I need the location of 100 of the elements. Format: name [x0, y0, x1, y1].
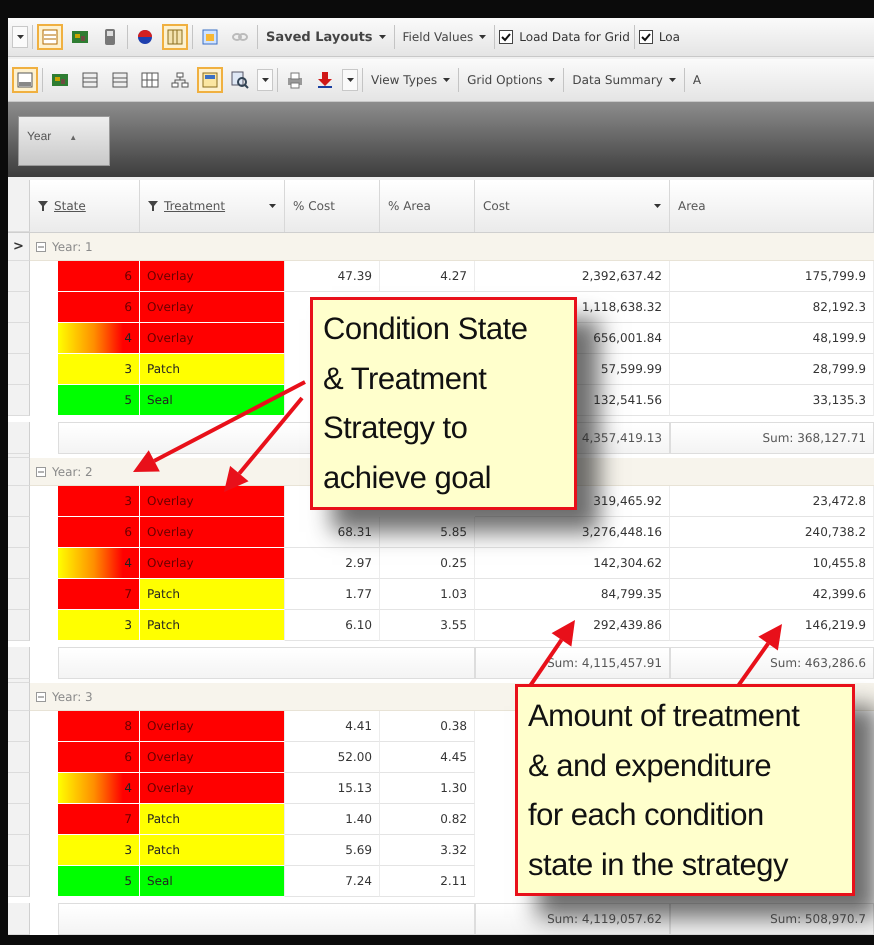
- table-cell: 4.41: [285, 711, 380, 742]
- treatment-cell: Patch: [140, 804, 285, 835]
- column-header[interactable]: % Cost: [285, 180, 380, 232]
- treatment-cell: Patch: [140, 610, 285, 641]
- printer-icon: [286, 71, 304, 89]
- globe-icon: [136, 28, 154, 46]
- table-cell: 1.30: [380, 773, 475, 804]
- dropdown-button[interactable]: [342, 69, 358, 91]
- group-label: Year: 1: [52, 240, 93, 254]
- menu-button[interactable]: Field Values: [398, 28, 490, 46]
- menu-button[interactable]: Data Summary: [568, 71, 680, 89]
- treatment-cell: Overlay: [140, 711, 285, 742]
- caret-icon: [548, 78, 556, 82]
- column-header[interactable]: % Area: [380, 180, 475, 232]
- group-label: Year: 3: [52, 690, 93, 704]
- table-cell: 1.03: [380, 579, 475, 610]
- treatment-cell: Seal: [140, 385, 285, 416]
- toolbar-button[interactable]: [197, 67, 223, 93]
- table-cell: 0.38: [380, 711, 475, 742]
- dropdown-button[interactable]: [12, 26, 28, 48]
- table-cell: 23,472.8: [670, 486, 874, 517]
- treatment-cell: Overlay: [140, 773, 285, 804]
- columns-icon: [166, 28, 184, 46]
- table-cell: 82,192.3: [670, 292, 874, 323]
- list-icon: [41, 28, 59, 46]
- sum-cell: Sum: 508,970.7: [670, 903, 874, 935]
- state-cell: 3: [58, 486, 140, 517]
- treatment-cell: Patch: [140, 835, 285, 866]
- table-cell: 10,455.8: [670, 548, 874, 579]
- panel-icon: [16, 71, 34, 89]
- caret-icon: [16, 35, 24, 39]
- state-cell: 6: [58, 261, 140, 292]
- treatment-cell: Overlay: [140, 486, 285, 517]
- column-header[interactable]: Area: [670, 180, 874, 232]
- table-cell: 84,799.35: [475, 579, 670, 610]
- row-indicator: >: [8, 233, 30, 261]
- group-chip[interactable]: Year ▲: [18, 116, 110, 166]
- table-cell: 68.31: [285, 517, 380, 548]
- treatment-cell: Seal: [140, 866, 285, 897]
- state-cell: 3: [58, 835, 140, 866]
- collapse-icon[interactable]: [36, 242, 46, 252]
- caret-icon: [654, 204, 661, 208]
- sum-cell: Sum: 463,286.6: [670, 647, 874, 679]
- chip-label: Year: [27, 129, 52, 143]
- filter-icon: [148, 201, 158, 211]
- rows-icon: [111, 71, 129, 89]
- table-cell: 4.45: [380, 742, 475, 773]
- caret-icon: [269, 204, 276, 208]
- column-header[interactable]: Treatment: [140, 180, 285, 232]
- state-cell: 4: [58, 773, 140, 804]
- table-cell: 3.32: [380, 835, 475, 866]
- state-cell: 4: [58, 323, 140, 354]
- table-cell: 0.25: [380, 548, 475, 579]
- table-cell: 240,738.2: [670, 517, 874, 548]
- table-cell: 5.85: [380, 517, 475, 548]
- toolbar-button[interactable]: [37, 24, 63, 50]
- table-cell: 2.11: [380, 866, 475, 897]
- rows-icon: [81, 71, 99, 89]
- table-cell: 6.10: [285, 610, 380, 641]
- collapse-icon[interactable]: [36, 466, 46, 476]
- treatment-cell: Overlay: [140, 323, 285, 354]
- column-header[interactable]: State: [30, 180, 140, 232]
- toolbar-button[interactable]: [12, 67, 38, 93]
- table-cell: 3,276,448.16: [475, 517, 670, 548]
- menu-button[interactable]: View Types: [367, 71, 454, 89]
- state-cell: 6: [58, 742, 140, 773]
- search-icon: [231, 71, 249, 89]
- state-cell: 5: [58, 385, 140, 416]
- form-icon: [201, 71, 219, 89]
- treatment-cell: Patch: [140, 354, 285, 385]
- column-header[interactable]: Cost: [475, 180, 670, 232]
- table-cell: 28,799.9: [670, 354, 874, 385]
- treatment-cell: Overlay: [140, 517, 285, 548]
- table-cell: 47.39: [285, 261, 380, 292]
- caret-icon: [262, 78, 268, 82]
- state-cell: 3: [58, 354, 140, 385]
- caret-icon: [378, 35, 386, 39]
- menu-button[interactable]: Grid Options: [463, 71, 560, 89]
- caret-icon: [443, 78, 450, 82]
- state-cell: 7: [58, 804, 140, 835]
- sort-icon: ▲: [69, 133, 78, 142]
- dropdown-button[interactable]: [257, 69, 273, 91]
- tree-icon: [171, 71, 189, 89]
- callout-text: Condition State & Treatment Strategy to achieve goal: [310, 297, 577, 510]
- treatment-cell: Overlay: [140, 742, 285, 773]
- menu-label[interactable]: A: [688, 71, 706, 89]
- table-cell: 42,399.6: [670, 579, 874, 610]
- table-cell: 4.27: [380, 261, 475, 292]
- state-cell: 8: [58, 711, 140, 742]
- checkbox[interactable]: [638, 30, 653, 44]
- table-cell: 33,135.3: [670, 385, 874, 416]
- table-cell: 2,392,637.42: [475, 261, 670, 292]
- toolbar-button[interactable]: [162, 24, 188, 50]
- map-icon: [51, 71, 69, 89]
- sum-cell: Sum: 368,127.71: [670, 422, 874, 454]
- menu-button[interactable]: Saved Layouts: [262, 28, 390, 46]
- map-icon: [71, 28, 89, 46]
- collapse-icon[interactable]: [36, 692, 46, 702]
- table-cell: 5.69: [285, 835, 380, 866]
- checkbox[interactable]: [499, 30, 514, 44]
